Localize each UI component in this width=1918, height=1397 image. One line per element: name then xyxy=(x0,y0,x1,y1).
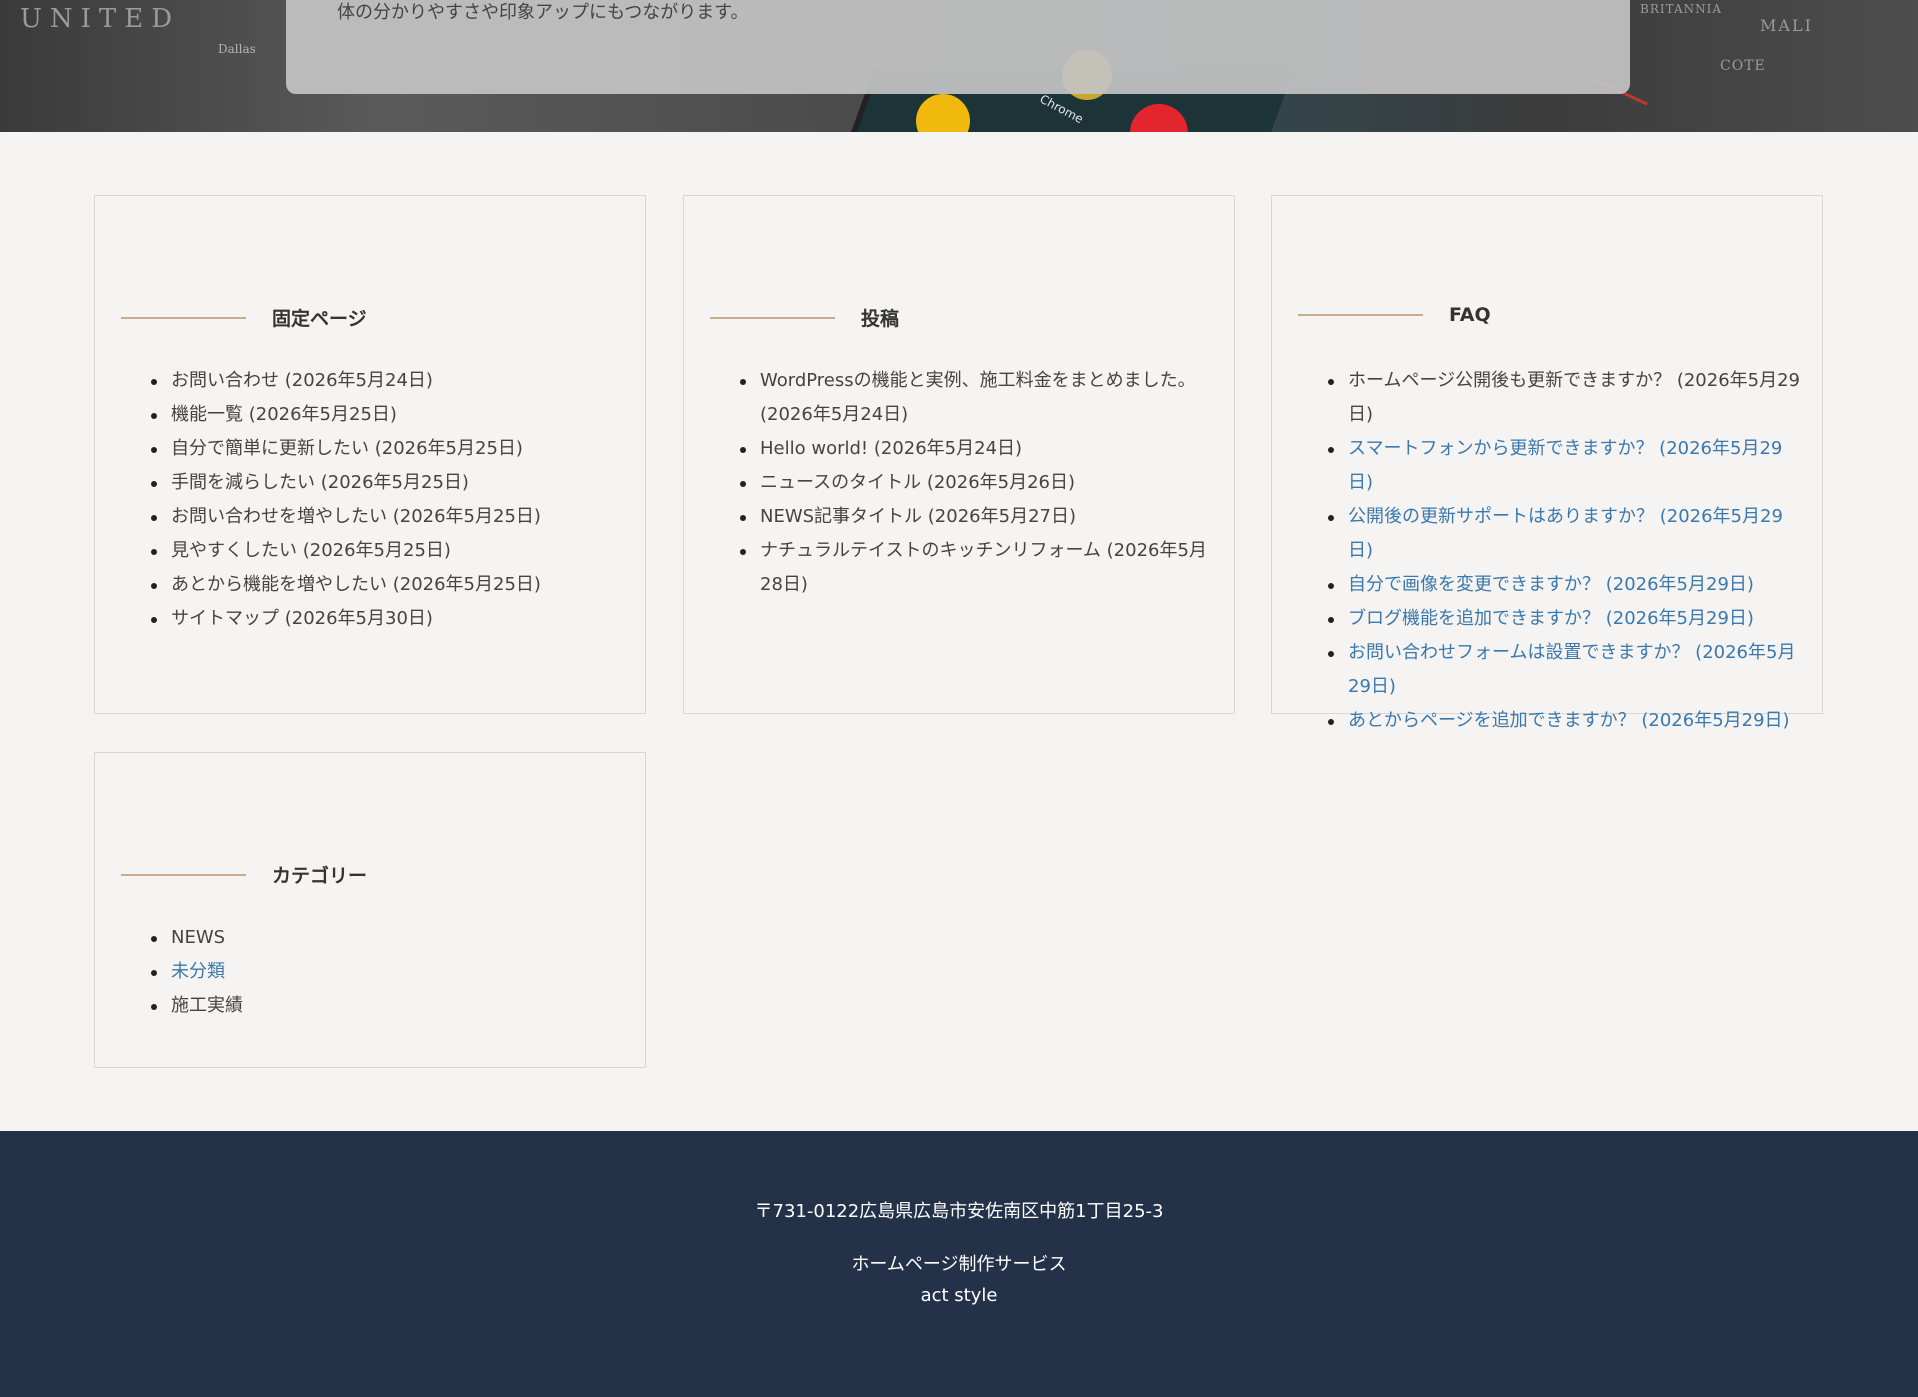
list-item[interactable]: ブログ機能を追加できますか？ (2026年5月29日) xyxy=(1328,602,1802,636)
widget-fixed-pages: 固定ページ お問い合わせ (2026年5月24日) 機能一覧 (2026年5月2… xyxy=(94,195,646,714)
list-item[interactable]: あとからページを追加できますか？ (2026年5月29日) xyxy=(1328,704,1802,738)
hero-text-box: 体の分かりやすさや印象アップにもつながります。 xyxy=(286,0,1630,94)
list-item[interactable]: ナチュラルテイストのキッチンリフォーム (2026年5月28日) xyxy=(740,534,1214,602)
title-rule xyxy=(121,316,246,319)
faq-list: ホームページ公開後も更新できますか？ (2026年5月29日) スマートフォンか… xyxy=(1328,364,1802,738)
list-item[interactable]: WordPressの機能と実例、施工料金をまとめました。 (2026年5月24日… xyxy=(740,364,1214,432)
widget-title: 投稿 xyxy=(710,304,899,331)
title-rule xyxy=(1298,314,1423,316)
page-list: お問い合わせ (2026年5月24日) 機能一覧 (2026年5月25日) 自分… xyxy=(151,364,625,636)
title-rule xyxy=(121,873,246,876)
footer-address: 〒731-0122広島県広島市安佐南区中筋1丁目25-3 xyxy=(754,1201,1164,1222)
post-list: WordPressの機能と実例、施工料金をまとめました。 (2026年5月24日… xyxy=(740,364,1214,602)
list-item[interactable]: 公開後の更新サポートはありますか？ (2026年5月29日) xyxy=(1328,500,1802,568)
footer-brand: act style xyxy=(920,1285,998,1306)
list-item[interactable]: ニュースのタイトル (2026年5月26日) xyxy=(740,466,1214,500)
widget-categories: カテゴリー NEWS 未分類 施工実績 xyxy=(94,752,646,1068)
list-item[interactable]: お問い合わせフォームは設置できますか？ (2026年5月29日) xyxy=(1328,636,1802,704)
list-item[interactable]: Hello world! (2026年5月24日) xyxy=(740,432,1214,466)
widget-title-text: FAQ xyxy=(1449,304,1491,326)
list-item[interactable]: スマートフォンから更新できますか？ (2026年5月29日) xyxy=(1328,432,1802,500)
list-item[interactable]: お問い合わせ (2026年5月24日) xyxy=(151,364,625,398)
widget-title: FAQ xyxy=(1298,304,1491,326)
hero-text: 体の分かりやすさや印象アップにもつながります。 xyxy=(337,2,749,23)
list-item[interactable]: 手間を減らしたい (2026年5月25日) xyxy=(151,466,625,500)
list-item[interactable]: 自分で簡単に更新したい (2026年5月25日) xyxy=(151,432,625,466)
map-label-britannia: BRITANNIA xyxy=(1640,2,1723,16)
list-item[interactable]: ホームページ公開後も更新できますか？ (2026年5月29日) xyxy=(1328,364,1802,432)
map-label-mali: MALI xyxy=(1760,16,1813,35)
hero-image: UNITED Dallas BRITANNIA MALI COTE Chrome… xyxy=(0,0,1918,132)
widget-posts: 投稿 WordPressの機能と実例、施工料金をまとめました。 (2026年5月… xyxy=(683,195,1235,714)
map-label-united: UNITED xyxy=(20,4,181,34)
list-item[interactable]: サイトマップ (2026年5月30日) xyxy=(151,602,625,636)
list-item[interactable]: NEWS記事タイトル (2026年5月27日) xyxy=(740,500,1214,534)
widget-faq: FAQ ホームページ公開後も更新できますか？ (2026年5月29日) スマート… xyxy=(1271,195,1823,731)
map-label-dallas: Dallas xyxy=(218,42,256,56)
list-item[interactable]: お問い合わせを増やしたい (2026年5月25日) xyxy=(151,500,625,534)
widget-title-text: 投稿 xyxy=(861,308,900,330)
widget-title-text: カテゴリー xyxy=(272,865,368,887)
widget-title: 固定ページ xyxy=(121,304,367,331)
category-list: NEWS 未分類 施工実績 xyxy=(151,921,625,1023)
list-item[interactable]: 未分類 xyxy=(151,955,625,989)
list-item[interactable]: 自分で画像を変更できますか？ (2026年5月29日) xyxy=(1328,568,1802,602)
widget-title: カテゴリー xyxy=(121,861,367,888)
site-footer: 〒731-0122広島県広島市安佐南区中筋1丁目25-3 ホームページ制作サービ… xyxy=(0,1131,1918,1397)
map-label-cote: COTE xyxy=(1720,58,1766,74)
footer-service: ホームページ制作サービス xyxy=(851,1254,1067,1275)
title-rule xyxy=(710,316,835,319)
list-item[interactable]: 機能一覧 (2026年5月25日) xyxy=(151,398,625,432)
list-item[interactable]: 見やすくしたい (2026年5月25日) xyxy=(151,534,625,568)
list-item[interactable]: NEWS xyxy=(151,921,625,955)
list-item[interactable]: あとから機能を増やしたい (2026年5月25日) xyxy=(151,568,625,602)
widget-title-text: 固定ページ xyxy=(272,308,367,330)
list-item[interactable]: 施工実績 xyxy=(151,989,625,1023)
